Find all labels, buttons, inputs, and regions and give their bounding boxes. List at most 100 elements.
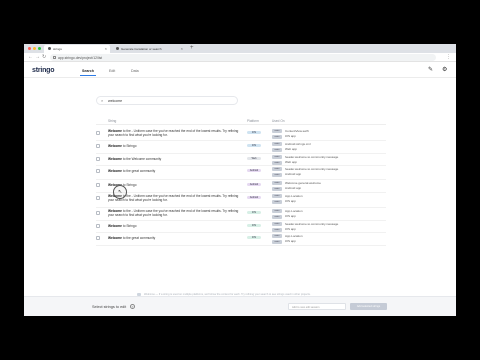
usage-name: iOS app <box>285 227 296 232</box>
usage-item[interactable]: main iOS app <box>272 214 392 219</box>
table-row[interactable]: Welcome to the great community iOS main App… <box>96 233 386 246</box>
tab-title: Generate translation or search <box>121 47 162 51</box>
usage-name: Android app <box>285 172 302 177</box>
string-rest: to the - Uniform case the you've reached… <box>108 209 239 218</box>
string-text: Welcome to the great community <box>108 236 240 240</box>
usage-name: App.Location <box>285 233 303 238</box>
browser-tab[interactable]: strings × <box>44 45 110 53</box>
forward-icon[interactable]: → <box>35 54 40 61</box>
gear-icon[interactable]: ⚙ <box>442 67 447 73</box>
branch-tag: main <box>272 194 282 199</box>
string-rest: to Stringo <box>121 143 137 148</box>
reload-icon[interactable]: ↻ <box>42 54 46 61</box>
nav-tab-data[interactable]: Data <box>131 69 139 73</box>
usage-item[interactable]: main iOS app <box>272 134 392 139</box>
string-rest: to the Welcome community <box>121 156 162 161</box>
footer-label: Select strings to edit <box>92 305 127 309</box>
nav-tab-label: Search <box>82 69 94 73</box>
usage-item[interactable]: main iOS app <box>272 199 392 204</box>
favicon-icon <box>116 47 119 50</box>
branch-tag: main <box>272 227 282 232</box>
close-tab-icon[interactable]: × <box>105 46 107 51</box>
usage-name: Android.strings.xml <box>285 141 311 146</box>
string-match: Welcome <box>108 223 122 228</box>
new-tab-icon[interactable]: + <box>190 45 194 52</box>
browser-menu-icon[interactable]: ⋮ <box>446 54 451 61</box>
usage-name: header.welcome.to.community.message <box>285 154 339 159</box>
branch-tag: main <box>272 214 282 219</box>
favicon-icon <box>48 47 51 50</box>
string-match: Welcome <box>108 168 122 173</box>
close-window-dot[interactable] <box>28 47 31 50</box>
row-checkbox[interactable] <box>96 223 100 228</box>
usage-list: main Welcome.general.welcome main Android a… <box>272 181 392 191</box>
table-row[interactable]: Welcome to Stringo iOS main Android.strings… <box>96 141 386 154</box>
back-icon[interactable]: ← <box>28 54 33 61</box>
platform-badge: iOS <box>247 223 261 228</box>
usage-list: main App.Location main iOS app <box>272 234 392 244</box>
usage-list: main App.Location main iOS app <box>272 194 392 204</box>
search-input[interactable]: ⌕ welcome <box>96 96 238 105</box>
usage-list: main header.welcome.to.community.message m… <box>272 222 392 232</box>
row-checkbox[interactable] <box>96 211 100 215</box>
table-row[interactable]: Welcome to the - Uniform case the you've… <box>96 128 386 141</box>
browser-tab[interactable]: Generate translation or search × <box>112 45 186 53</box>
usage-item[interactable]: main iOS app <box>272 227 392 232</box>
table-row[interactable]: Welcome to the great community Android mai… <box>96 166 386 180</box>
platform-badge: Android <box>247 182 261 187</box>
logo[interactable]: stringo <box>32 67 55 74</box>
header-platform: Platform <box>247 119 259 123</box>
session-select[interactable]: Add to new edit session <box>288 303 346 310</box>
table-row[interactable]: Welcome to Stringo Android main Welcome.gen… <box>96 180 386 193</box>
table-row[interactable]: Welcome to the - Uniform case the you've… <box>96 208 386 221</box>
usage-list: main Android.strings.xml main Web app <box>272 142 392 152</box>
platform-badge: Android <box>247 195 261 200</box>
usage-item[interactable]: main iOS app <box>272 239 392 244</box>
usage-name: iOS app <box>285 134 296 139</box>
row-checkbox[interactable] <box>96 235 100 240</box>
platform-badge: iOS <box>247 210 261 215</box>
table-row[interactable]: Welcome to the - Uniform case the you've… <box>96 193 386 208</box>
header-used-in: Used On <box>272 119 285 123</box>
footer-bar: Select strings to edit ? Add to new edit… <box>24 296 456 316</box>
row-checkbox[interactable] <box>96 156 100 161</box>
string-text: Welcome to Stringo <box>108 144 240 148</box>
usage-name: Android app <box>285 186 302 191</box>
string-rest: to Stringo <box>121 223 137 228</box>
string-rest: to the great community <box>121 235 156 240</box>
minimize-window-dot[interactable] <box>33 47 36 50</box>
help-icon[interactable]: ? <box>130 304 135 309</box>
branch-tag: main <box>272 199 282 204</box>
usage-name: Web app <box>285 147 297 152</box>
branch-tag: main <box>272 239 282 244</box>
table-row[interactable]: Welcome to Stringo iOS main header.welcome.… <box>96 221 386 233</box>
platform-badge: iOS <box>247 143 261 148</box>
active-tab-underline <box>80 75 96 76</box>
header-string: String <box>108 119 117 123</box>
row-checkbox[interactable] <box>96 182 100 187</box>
row-checkbox[interactable] <box>96 196 100 200</box>
maximize-window-dot[interactable] <box>38 47 41 50</box>
usage-item[interactable]: main Android app <box>272 186 392 191</box>
url-field[interactable]: app.stringo.dev/project/12/list <box>50 54 436 61</box>
usage-name: ContentView.swift <box>285 128 309 133</box>
usage-item[interactable]: main Web app <box>272 160 392 165</box>
platform-badge: iOS <box>247 235 261 240</box>
usage-item[interactable]: main Web app <box>272 147 392 152</box>
string-text: Welcome to Stringo <box>108 224 240 228</box>
branch-tag: main <box>272 147 282 152</box>
table-row[interactable]: Welcome to the Welcome community Web main h… <box>96 154 386 166</box>
search-value: welcome <box>108 99 123 103</box>
add-selected-button[interactable]: Add selected strings <box>350 303 387 310</box>
string-rest: to the - Uniform case the you've reached… <box>108 129 239 138</box>
nav-tab-search[interactable]: Search <box>80 69 96 76</box>
close-tab-icon[interactable]: × <box>181 46 183 51</box>
row-checkbox[interactable] <box>96 168 100 173</box>
nav-tab-edit[interactable]: Edit <box>109 69 115 73</box>
string-match: Welcome <box>108 143 122 148</box>
row-checkbox[interactable] <box>96 131 100 135</box>
usage-item[interactable]: main Android app <box>272 172 392 177</box>
edit-icon[interactable]: ✎ <box>428 67 433 73</box>
row-checkbox[interactable] <box>96 143 100 148</box>
usage-name: iOS app <box>285 199 296 204</box>
